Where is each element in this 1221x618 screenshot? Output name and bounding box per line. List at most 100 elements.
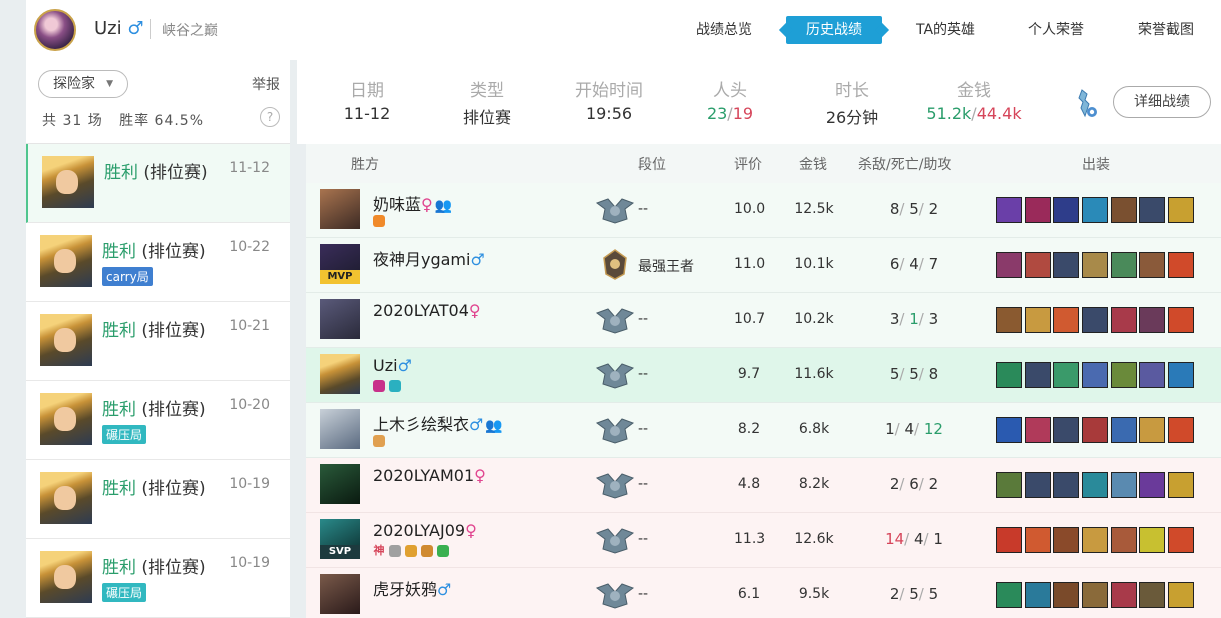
item-icon[interactable] bbox=[1168, 527, 1195, 553]
match-item[interactable]: 胜利 (排位赛) 11-12 bbox=[26, 144, 290, 223]
total-count: 31 bbox=[62, 113, 83, 129]
item-icon[interactable] bbox=[996, 527, 1022, 553]
item-icon[interactable] bbox=[1082, 527, 1109, 553]
item-icon[interactable] bbox=[1024, 252, 1051, 278]
item-icon[interactable] bbox=[1110, 582, 1137, 608]
tab-heroes[interactable]: TA的英雄 bbox=[916, 16, 975, 44]
friend-icon[interactable]: 👥 bbox=[435, 198, 452, 214]
item-icon[interactable] bbox=[996, 197, 1022, 223]
item-icon[interactable] bbox=[996, 252, 1022, 278]
item-icon[interactable] bbox=[1053, 197, 1080, 223]
champion-portrait bbox=[40, 235, 92, 287]
table-row[interactable]: Uzi♂ -- 9.7 11.6k 5/ 5/ 8 bbox=[306, 348, 1221, 403]
winrate-label: 胜率 bbox=[119, 113, 150, 129]
tab-honors[interactable]: 个人荣誉 bbox=[1028, 16, 1084, 44]
mode-filter-dropdown[interactable]: 探险家 ▼ bbox=[38, 70, 128, 98]
item-icon[interactable] bbox=[1024, 197, 1051, 223]
item-icon[interactable] bbox=[1168, 582, 1195, 608]
total-label: 共 bbox=[42, 113, 57, 129]
coin-icon bbox=[405, 545, 417, 557]
kda-value: 6/ 4/ 7 bbox=[889, 255, 939, 273]
item-icon[interactable] bbox=[996, 307, 1022, 333]
item-icon[interactable] bbox=[1139, 582, 1166, 608]
item-icon[interactable] bbox=[1082, 362, 1109, 388]
user-avatar[interactable] bbox=[34, 9, 76, 51]
item-icon[interactable] bbox=[996, 472, 1022, 498]
item-icon[interactable] bbox=[1168, 472, 1195, 498]
item-icon[interactable] bbox=[1139, 527, 1166, 553]
champion-portrait bbox=[40, 314, 92, 366]
item-icon[interactable] bbox=[1053, 362, 1080, 388]
match-item[interactable]: 胜利 (排位赛) 10-22 carry局 bbox=[26, 223, 290, 302]
item-icon[interactable] bbox=[1139, 307, 1166, 333]
friend-icon[interactable]: 👥 bbox=[485, 418, 502, 434]
item-icon[interactable] bbox=[1024, 362, 1051, 388]
detail-stats-button[interactable]: 详细战绩 bbox=[1113, 86, 1211, 118]
table-row[interactable]: SVP 2020LYAJ09♀ 神 -- 11.3 12.6k 14/ 4/ 1 bbox=[306, 513, 1221, 568]
tab-screenshots[interactable]: 荣誉截图 bbox=[1138, 16, 1194, 44]
item-icon[interactable] bbox=[1168, 417, 1195, 443]
item-icon[interactable] bbox=[1082, 307, 1109, 333]
item-icon[interactable] bbox=[1168, 197, 1195, 223]
item-icon[interactable] bbox=[1139, 472, 1166, 498]
match-item[interactable]: 胜利 (排位赛) 10-21 bbox=[26, 302, 290, 381]
rank-emblem-icon bbox=[595, 308, 635, 334]
champion-portrait bbox=[40, 472, 92, 524]
table-row[interactable]: 虎牙妖鸦♂ -- 6.1 9.5k 2/ 5/ 5 bbox=[306, 568, 1221, 618]
item-icon[interactable] bbox=[996, 362, 1022, 388]
table-row[interactable]: 2020LYAM01♀ -- 4.8 8.2k 2/ 6/ 2 bbox=[306, 458, 1221, 513]
match-item[interactable]: 胜利 (排位赛) 10-20 碾压局 bbox=[26, 381, 290, 460]
item-icon[interactable] bbox=[1168, 307, 1195, 333]
item-icon[interactable] bbox=[1139, 252, 1166, 278]
item-icon[interactable] bbox=[1082, 582, 1109, 608]
score-value: 9.7 bbox=[737, 366, 761, 382]
item-icon[interactable] bbox=[1110, 252, 1137, 278]
item-icon[interactable] bbox=[1110, 307, 1137, 333]
item-icon[interactable] bbox=[996, 417, 1022, 443]
match-item[interactable]: 胜利 (排位赛) 10-19 碾压局 bbox=[26, 539, 290, 618]
item-icon[interactable] bbox=[1024, 417, 1051, 443]
player-champion-icon bbox=[320, 464, 360, 504]
tab-overview[interactable]: 战绩总览 bbox=[696, 16, 752, 44]
item-icon[interactable] bbox=[1053, 582, 1080, 608]
item-icon[interactable] bbox=[996, 582, 1022, 608]
item-icon[interactable] bbox=[1082, 417, 1109, 443]
item-icon[interactable] bbox=[1053, 417, 1080, 443]
kills: 1 bbox=[885, 420, 895, 438]
item-icon[interactable] bbox=[1110, 417, 1137, 443]
item-icon[interactable] bbox=[1024, 307, 1051, 333]
player-name: 上木彡绘梨衣♂ 👥 bbox=[373, 411, 503, 435]
item-icon[interactable] bbox=[1082, 252, 1109, 278]
item-icon[interactable] bbox=[1024, 527, 1051, 553]
item-icon[interactable] bbox=[1139, 362, 1166, 388]
item-icon[interactable] bbox=[1082, 197, 1109, 223]
item-icon[interactable] bbox=[1024, 472, 1051, 498]
match-item[interactable]: 胜利 (排位赛) 10-19 bbox=[26, 460, 290, 539]
item-icon[interactable] bbox=[1139, 417, 1166, 443]
item-icon[interactable] bbox=[1168, 252, 1195, 278]
table-row[interactable]: MVP 夜神月ygami♂ 最强王者 11.0 10.1k 6/ 4/ 7 bbox=[306, 238, 1221, 293]
match-date: 10-20 bbox=[229, 397, 270, 413]
item-icon[interactable] bbox=[1110, 362, 1137, 388]
item-icon[interactable] bbox=[1139, 197, 1166, 223]
item-icon[interactable] bbox=[1168, 362, 1195, 388]
table-row[interactable]: 上木彡绘梨衣♂ 👥 -- 8.2 6.8k 1/ 4/ 12 bbox=[306, 403, 1221, 458]
item-icon[interactable] bbox=[1082, 472, 1109, 498]
table-row[interactable]: 奶味蓝♀ 👥 -- 10.0 12.5k 8/ 5/ 2 bbox=[306, 183, 1221, 238]
item-icon[interactable] bbox=[1110, 472, 1137, 498]
shield-icon bbox=[437, 545, 449, 557]
player-champion-icon bbox=[320, 189, 360, 229]
item-icon[interactable] bbox=[1024, 582, 1051, 608]
report-link[interactable]: 举报 bbox=[252, 74, 280, 94]
help-icon[interactable]: ? bbox=[260, 107, 280, 127]
tab-history[interactable]: 历史战绩 bbox=[786, 16, 882, 44]
item-icon[interactable] bbox=[1110, 527, 1137, 553]
item-icon[interactable] bbox=[1053, 307, 1080, 333]
item-build bbox=[996, 197, 1197, 223]
item-icon[interactable] bbox=[1110, 197, 1137, 223]
match-result: 胜利 (排位赛) bbox=[102, 553, 206, 578]
table-row[interactable]: 2020LYAT04♀ -- 10.7 10.2k 3/ 1/ 3 bbox=[306, 293, 1221, 348]
item-icon[interactable] bbox=[1053, 252, 1080, 278]
item-icon[interactable] bbox=[1053, 527, 1080, 553]
item-icon[interactable] bbox=[1053, 472, 1080, 498]
